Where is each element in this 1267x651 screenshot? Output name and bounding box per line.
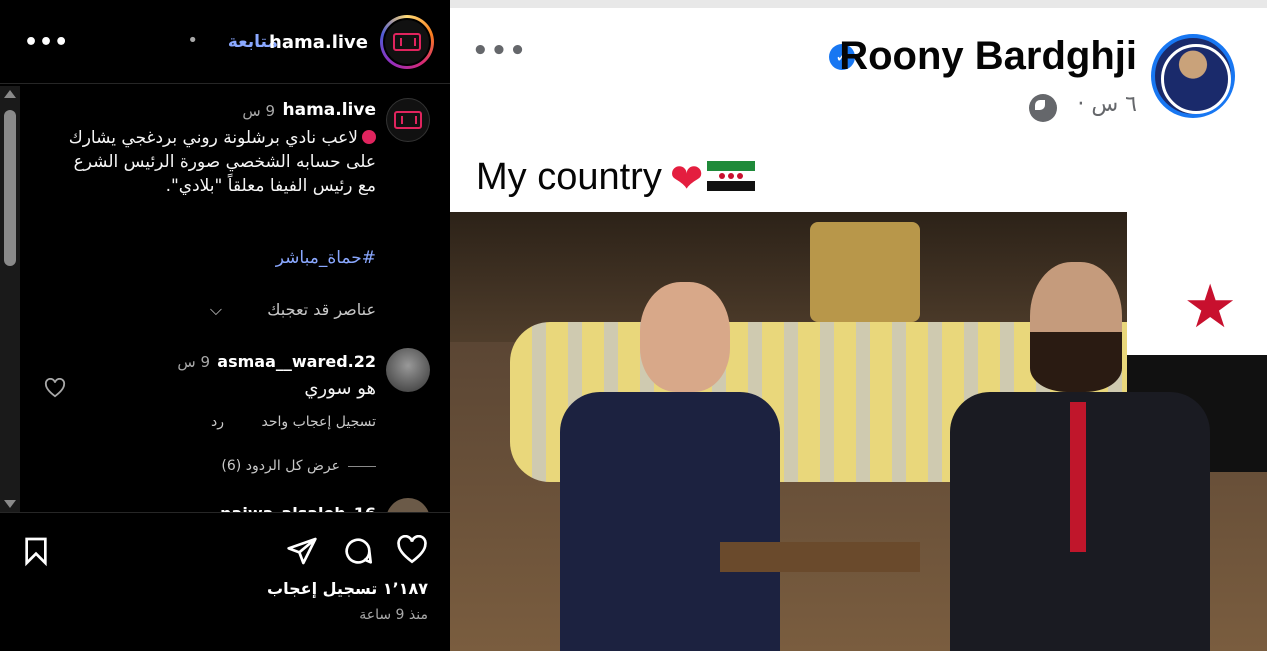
scrollbar[interactable] (0, 86, 20, 512)
hama-logo-icon (393, 33, 421, 51)
post-age: منذ 9 ساعة (359, 607, 428, 623)
header-separator: • (187, 30, 198, 51)
fb-author-avatar (1151, 34, 1235, 118)
fb-post-caption: My country (476, 156, 662, 198)
comment-icon[interactable] (342, 535, 374, 567)
red-heart-icon: ❤ (669, 157, 704, 201)
scroll-thumb[interactable] (4, 110, 16, 266)
chevron-down-icon[interactable]: ⌵ (210, 300, 222, 320)
instagram-panel: ••• متابعة • hama.live hama.live 9 س لاع… (0, 0, 450, 651)
scroll-up-arrow-icon[interactable] (4, 90, 16, 98)
caption-text: لاعب نادي برشلونة روني بردغجي يشارك على … (56, 126, 376, 198)
caption-time: 9 س (242, 102, 275, 120)
comment-like-heart-icon[interactable] (44, 378, 66, 398)
scroll-down-arrow-icon[interactable] (4, 500, 16, 508)
globe-icon (1029, 94, 1057, 122)
fb-post-text: My country ❤ (476, 156, 756, 202)
red-circle-icon (362, 130, 376, 144)
fb-post-time: ٦ س · (1077, 92, 1137, 117)
photo-mirror (810, 222, 920, 322)
reply-button[interactable]: رد (211, 414, 224, 430)
photo-person-right (930, 252, 1230, 651)
bookmark-icon[interactable] (20, 535, 52, 567)
post-photo: ★ (450, 212, 1267, 651)
comment-text: هو سوري (304, 378, 376, 399)
fb-author-name: Roony Bardghji (839, 34, 1137, 78)
next-comment-avatar[interactable] (386, 498, 430, 512)
caption-username[interactable]: hama.live (283, 100, 376, 120)
replies-divider (348, 466, 376, 467)
share-icon[interactable] (286, 535, 318, 567)
comment-username[interactable]: asmaa__wared.22 (217, 352, 376, 371)
header-avatar[interactable] (380, 15, 434, 69)
caption-body: لاعب نادي برشلونة روني بردغجي يشارك على … (68, 128, 376, 196)
caption-avatar[interactable] (386, 98, 430, 142)
comment-time: 9 س (177, 353, 210, 371)
like-heart-icon[interactable] (396, 535, 428, 567)
photo-table (720, 542, 920, 572)
syrian-flag-icon (707, 161, 756, 191)
next-comment-username[interactable]: najwa_alsaleh_16 (220, 504, 376, 512)
hama-logo-icon (394, 111, 422, 129)
fb-more-options: ••• (472, 36, 528, 66)
likes-count[interactable]: ١٬١٨٧ تسجيل إعجاب (267, 579, 428, 598)
facebook-post-image: ••• ✓ Roony Bardghji ٦ س · My country ❤ ★ (450, 0, 1267, 651)
header-username[interactable]: hama.live (269, 32, 368, 53)
more-options-button[interactable]: ••• (24, 30, 69, 55)
comments-feed: hama.live 9 س لاعب نادي برشلونة روني برد… (20, 86, 450, 512)
hashtag-link[interactable]: #حماة_مباشر (276, 248, 376, 268)
action-bar: ١٬١٨٧ تسجيل إعجاب منذ 9 ساعة (0, 512, 450, 651)
comment-likes-count[interactable]: تسجيل إعجاب واحد (261, 414, 376, 430)
comment-avatar[interactable] (386, 348, 430, 392)
photo-person-left (490, 272, 780, 651)
post-header: ••• متابعة • hama.live (0, 0, 450, 84)
related-items-label[interactable]: عناصر قد تعجبك (267, 300, 376, 319)
view-replies-button[interactable]: عرض كل الردود (6) (221, 458, 340, 474)
